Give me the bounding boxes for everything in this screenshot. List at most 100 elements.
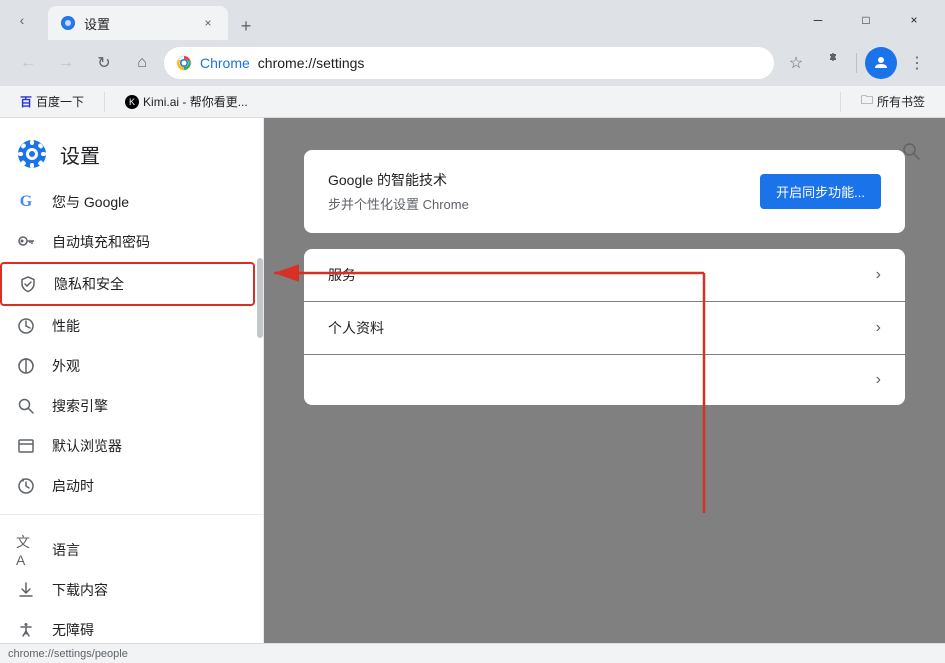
shield-icon bbox=[18, 274, 38, 294]
all-bookmarks-label: 所有书签 bbox=[877, 93, 925, 110]
sidebar-item-google[interactable]: G 您与 Google bbox=[0, 182, 255, 222]
puzzle-icon bbox=[823, 52, 841, 75]
omnibox[interactable]: Chrome chrome://settings bbox=[164, 47, 774, 79]
language-icon: 文A bbox=[16, 540, 36, 560]
sidebar-label-search: 搜索引擎 bbox=[52, 396, 239, 416]
sidebar-nav: G 您与 Google 自动填充和密码 bbox=[0, 178, 263, 643]
chevron-right-icon-1: › bbox=[876, 266, 881, 284]
toolbar-divider bbox=[856, 53, 857, 73]
back-button[interactable]: ← bbox=[12, 47, 44, 79]
download-icon bbox=[16, 580, 36, 600]
browser-icon bbox=[16, 436, 36, 456]
sidebar-item-downloads[interactable]: 下载内容 bbox=[0, 570, 255, 610]
settings-page-title: 设置 bbox=[60, 140, 100, 169]
bookmark-kimi-label: Kimi.ai - 帮你看更... bbox=[143, 93, 248, 110]
sidebar-item-performance[interactable]: 性能 bbox=[0, 306, 255, 346]
sidebar-label-downloads: 下载内容 bbox=[52, 580, 239, 600]
performance-icon bbox=[16, 316, 36, 336]
chevron-left-icon: ‹ bbox=[20, 12, 25, 28]
settings-search-button[interactable] bbox=[893, 134, 929, 170]
sidebar-label-privacy: 隐私和安全 bbox=[54, 274, 237, 294]
service-row[interactable]: 服务 › bbox=[304, 249, 905, 301]
sidebar-label-google: 您与 Google bbox=[52, 192, 239, 212]
chevron-right-icon-3: › bbox=[876, 371, 881, 389]
extensions-button[interactable] bbox=[816, 47, 848, 79]
tab-title: 设置 bbox=[84, 14, 192, 33]
sidebar-item-language[interactable]: 文A 语言 bbox=[0, 530, 255, 570]
all-bookmarks-button[interactable]: 🗀 所有书签 bbox=[853, 87, 933, 116]
sync-card-desc: 步并个性化设置 Chrome bbox=[328, 194, 744, 213]
settings-main: Google 的智能技术 步并个性化设置 Chrome 开启同步功能... 服务… bbox=[264, 118, 945, 643]
tab-close-button[interactable]: × bbox=[200, 15, 216, 31]
forward-button[interactable]: → bbox=[50, 47, 82, 79]
browser-frame: ‹ 设置 × + ─ □ × bbox=[0, 0, 945, 663]
active-tab[interactable]: 设置 × bbox=[48, 6, 228, 40]
baidu-favicon: 百 bbox=[20, 93, 32, 110]
minimize-button[interactable]: ─ bbox=[795, 5, 841, 35]
search-icon bbox=[16, 396, 36, 416]
bookmark-baidu[interactable]: 百 百度一下 bbox=[12, 89, 92, 114]
search-icon-main bbox=[901, 141, 921, 164]
back-icon: ← bbox=[20, 54, 36, 72]
sync-card-content: Google 的智能技术 步并个性化设置 Chrome bbox=[328, 170, 744, 213]
sidebar-item-privacy[interactable]: 隐私和安全 bbox=[0, 262, 255, 306]
star-icon: ☆ bbox=[789, 53, 803, 73]
tab-favicon bbox=[60, 15, 76, 31]
kimi-favicon: K bbox=[125, 95, 139, 109]
settings-logo bbox=[16, 138, 48, 170]
settings-sidebar: 设置 G 您与 Google bbox=[0, 118, 264, 643]
profile-button[interactable] bbox=[865, 47, 897, 79]
bookmark-separator bbox=[104, 92, 105, 112]
omnibox-url: chrome://settings bbox=[258, 55, 365, 71]
sidebar-label-performance: 性能 bbox=[52, 316, 239, 336]
sidebar-label-appearance: 外观 bbox=[52, 356, 239, 376]
toolbar-icons: ☆ ⋮ bbox=[780, 47, 933, 79]
sidebar-label-accessibility: 无障碍 bbox=[52, 620, 239, 640]
tab-back-button[interactable]: ‹ bbox=[8, 6, 36, 34]
sidebar-label-browser: 默认浏览器 bbox=[52, 436, 239, 456]
sidebar-item-startup[interactable]: 启动时 bbox=[0, 466, 255, 506]
extra-row[interactable]: › bbox=[304, 355, 905, 405]
profile-label: 个人资料 bbox=[328, 318, 384, 338]
menu-button[interactable]: ⋮ bbox=[901, 47, 933, 79]
window-controls-right: ─ □ × bbox=[795, 5, 937, 35]
sidebar-item-accessibility[interactable]: 无障碍 bbox=[0, 610, 255, 643]
status-bar: chrome://settings/people bbox=[0, 643, 945, 663]
refresh-button[interactable]: ↻ bbox=[88, 47, 120, 79]
sync-card-title: Google 的智能技术 bbox=[328, 170, 744, 190]
title-bar: ‹ 设置 × + ─ □ × bbox=[0, 0, 945, 40]
forward-icon: → bbox=[58, 54, 74, 72]
sync-card: Google 的智能技术 步并个性化设置 Chrome 开启同步功能... bbox=[304, 150, 905, 233]
home-icon: ⌂ bbox=[137, 54, 147, 72]
maximize-button[interactable]: □ bbox=[843, 5, 889, 35]
address-bar: ← → ↻ ⌂ Chrome chrome://s bbox=[0, 40, 945, 86]
tabs-area: 设置 × + bbox=[48, 0, 791, 40]
status-url: chrome://settings/people bbox=[8, 648, 128, 660]
sidebar-item-appearance[interactable]: 外观 bbox=[0, 346, 255, 386]
profile-row[interactable]: 个人资料 › bbox=[304, 302, 905, 354]
window-controls-left: ‹ bbox=[8, 6, 36, 34]
sync-button[interactable]: 开启同步功能... bbox=[760, 174, 881, 209]
page-content: 设置 G 您与 Google bbox=[0, 118, 945, 643]
service-label: 服务 bbox=[328, 265, 356, 285]
new-tab-button[interactable]: + bbox=[232, 12, 260, 40]
bookmark-kimi[interactable]: K Kimi.ai - 帮你看更... bbox=[117, 89, 256, 114]
bookmark-separator-2 bbox=[840, 92, 841, 112]
sidebar-label-startup: 启动时 bbox=[52, 476, 239, 496]
chevron-right-icon-2: › bbox=[876, 319, 881, 337]
close-button[interactable]: × bbox=[891, 5, 937, 35]
scroll-thumb bbox=[257, 258, 263, 338]
more-icon: ⋮ bbox=[909, 53, 925, 73]
omnibox-favicon bbox=[176, 55, 192, 71]
key-icon bbox=[16, 232, 36, 252]
home-button[interactable]: ⌂ bbox=[126, 47, 158, 79]
appearance-icon bbox=[16, 356, 36, 376]
bookmark-baidu-label: 百度一下 bbox=[36, 93, 84, 110]
google-icon: G bbox=[16, 192, 36, 212]
bookmark-button[interactable]: ☆ bbox=[780, 47, 812, 79]
sidebar-item-browser[interactable]: 默认浏览器 bbox=[0, 426, 255, 466]
sidebar-item-search[interactable]: 搜索引擎 bbox=[0, 386, 255, 426]
omnibox-brand: Chrome bbox=[200, 55, 250, 71]
bookmarks-bar: 百 百度一下 K Kimi.ai - 帮你看更... 🗀 所有书签 bbox=[0, 86, 945, 118]
sidebar-item-autofill[interactable]: 自动填充和密码 bbox=[0, 222, 255, 262]
